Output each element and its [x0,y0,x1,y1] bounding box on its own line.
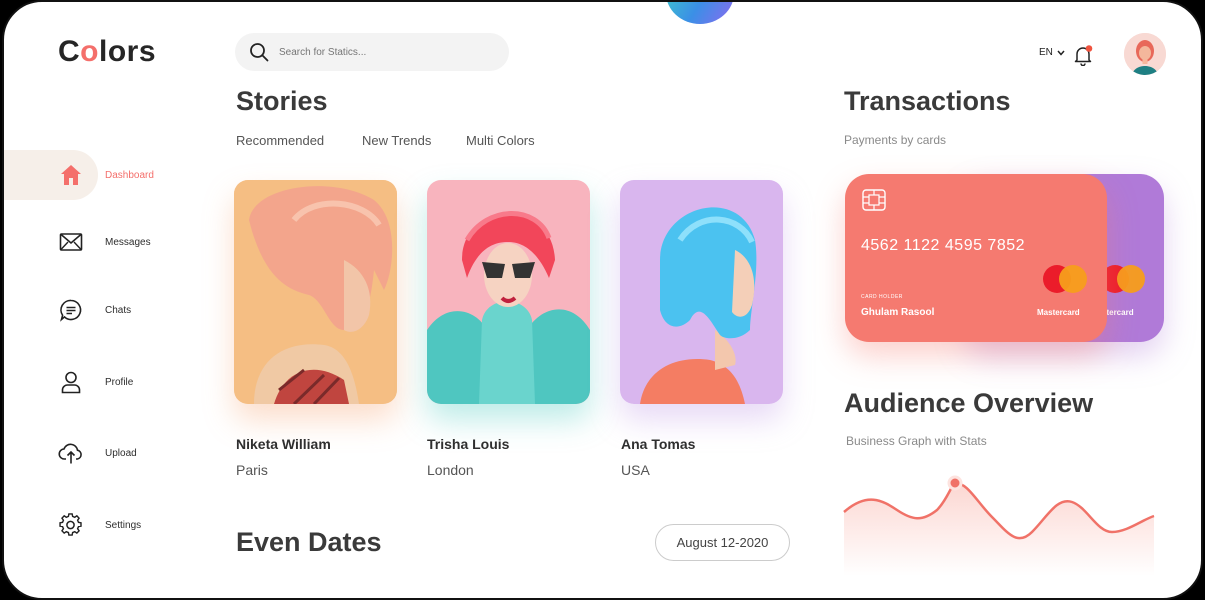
decorative-orb [666,2,734,24]
mail-icon [58,229,84,255]
card-brand-label: Mastercard [1037,308,1080,317]
bell-icon[interactable] [1072,44,1094,66]
sidebar-item-label: Profile [105,376,134,388]
chat-icon [58,297,84,323]
transactions-title: Transactions [844,86,1011,116]
sidebar-item-label: Settings [105,519,142,531]
cloud-upload-icon [58,440,84,466]
user-icon [58,369,84,395]
audience-subtitle: Business Graph with Stats [846,434,987,448]
story-name[interactable]: Niketa William [236,436,331,452]
tab-multi-colors[interactable]: Multi Colors [466,133,535,148]
story-image[interactable] [234,180,397,404]
gear-icon [58,512,84,538]
sidebar-item-label: Messages [105,236,151,248]
chevron-down-icon [1057,50,1065,56]
sidebar-item-messages[interactable]: Messages [4,217,194,267]
story-city: London [427,462,474,478]
mastercard-logo-icon [1101,265,1145,293]
search-input[interactable] [279,46,489,58]
card-chip-icon [862,189,886,211]
sidebar-item-label: Dashboard [105,169,154,181]
stories-title: Stories [236,86,328,116]
sidebar-item-label: Chats [105,304,132,316]
search-icon [250,43,269,62]
search-bar [235,33,509,71]
mastercard-logo-icon [1043,265,1087,293]
transactions-subtitle: Payments by cards [844,133,947,147]
chart-highlight-point [947,475,963,491]
sidebar-item-dashboard[interactable]: Dashboard [4,150,194,200]
sidebar-item-upload[interactable]: Upload [4,428,194,478]
audience-title: Audience Overview [844,388,1094,418]
sidebar-item-label: Upload [105,447,137,459]
sidebar-item-settings[interactable]: Settings [4,500,194,550]
events-title: Even Dates [236,527,382,557]
app-window: Colors Dashboard Messages Chats Profile … [2,0,1203,600]
story-city: Paris [236,462,268,478]
home-icon [58,162,84,188]
tab-recommended[interactable]: Recommended [236,133,324,148]
tab-new-trends[interactable]: New Trends [362,133,431,148]
audience-line-chart [843,475,1155,576]
card-holder-name: Ghulam Rasool [861,307,935,318]
sidebar-item-chats[interactable]: Chats [4,285,194,335]
story-name[interactable]: Ana Tomas [621,436,695,452]
story-image[interactable] [620,180,783,404]
story-name[interactable]: Trisha Louis [427,436,509,452]
avatar[interactable] [1124,33,1166,75]
language-label: EN [1039,47,1053,58]
story-image[interactable] [427,180,590,404]
brand-logo[interactable]: Colors [58,35,156,69]
language-select[interactable]: EN [1039,47,1065,58]
sidebar-item-profile[interactable]: Profile [4,357,194,407]
date-picker-button[interactable]: August 12-2020 [655,524,790,561]
card-number: 4562 1122 4595 7852 [861,237,1026,254]
card-holder-label: CARD HOLDER [861,294,903,300]
story-city: USA [621,462,650,478]
